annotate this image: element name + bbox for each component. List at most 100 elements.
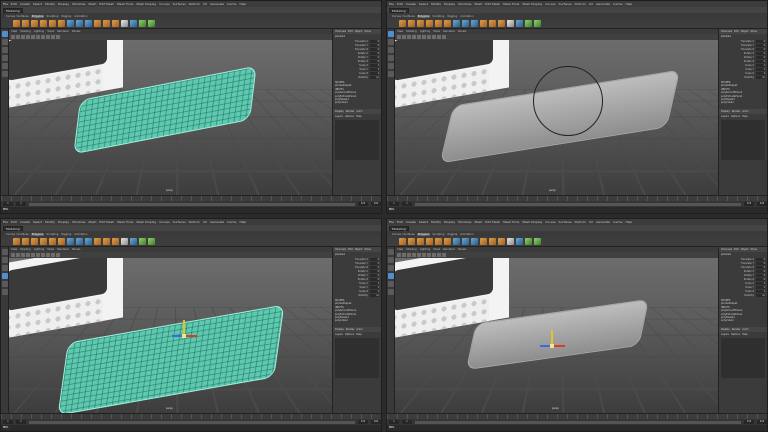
menu-modify[interactable]: Modify [45, 2, 55, 6]
menu-deform[interactable]: Deform [189, 2, 200, 6]
poly-plane-icon[interactable] [444, 238, 451, 245]
bevel-icon[interactable] [498, 20, 505, 27]
menu-surfaces[interactable]: Surfaces [173, 220, 186, 224]
wireframe-icon[interactable] [412, 253, 416, 257]
textured-icon[interactable] [422, 253, 426, 257]
scale-tool-icon[interactable] [2, 71, 8, 77]
channel-row[interactable]: Rotate Z0 [333, 277, 381, 281]
layer-tab-render[interactable]: Render [732, 328, 741, 331]
isolate-icon[interactable] [51, 35, 55, 39]
shaded-icon[interactable] [417, 35, 421, 39]
paint-select-icon[interactable] [2, 47, 8, 53]
menu-generate[interactable]: Generate [210, 220, 224, 224]
layer-tab-anim[interactable]: Anim [742, 110, 748, 113]
channel-row[interactable]: Scale X1 [333, 281, 381, 285]
shelf-tab-polygons[interactable]: Polygons [416, 14, 431, 18]
menu-uv[interactable]: UV [203, 220, 207, 224]
vp-menu-panels[interactable]: Panels [458, 30, 466, 33]
vp-menu-panels[interactable]: Panels [458, 248, 466, 251]
poly-cylinder-icon[interactable] [31, 238, 38, 245]
shelf-tab-polygons[interactable]: Polygons [30, 14, 45, 18]
shelf-tab[interactable]: Sculpting [431, 233, 445, 236]
bridge-icon[interactable] [103, 238, 110, 245]
wireframe-icon[interactable] [412, 35, 416, 39]
shelf-tab[interactable]: Sculpting [45, 233, 59, 236]
menu-windows[interactable]: Windows [72, 220, 85, 224]
smooth-icon[interactable] [471, 20, 478, 27]
range-inner-end-field[interactable]: 120 [358, 420, 368, 424]
lasso-tool-icon[interactable] [388, 257, 394, 263]
channel-row[interactable]: Rotate Y0 [333, 273, 381, 277]
poly-cube-icon[interactable] [408, 238, 415, 245]
menu-mesh[interactable]: Mesh [475, 220, 483, 224]
channel-row[interactable]: Translate X0 [719, 39, 767, 43]
vp-menu-shading[interactable]: Shading [20, 30, 31, 33]
combine-icon[interactable] [453, 238, 460, 245]
uv-editor-icon[interactable] [516, 20, 523, 27]
layer-menu-help[interactable]: Help [742, 333, 747, 336]
move-tool-icon[interactable] [2, 273, 8, 279]
textured-icon[interactable] [36, 253, 40, 257]
layer-menu-options[interactable]: Options [731, 115, 740, 118]
vp-menu-lighting[interactable]: Lighting [34, 30, 44, 33]
multicut-icon[interactable] [121, 238, 128, 245]
menu-surfaces[interactable]: Surfaces [173, 2, 186, 6]
rotate-tool-icon[interactable] [388, 281, 394, 287]
menu-uv[interactable]: UV [203, 2, 207, 6]
move-manipulator[interactable] [172, 320, 197, 350]
layer-tab-display[interactable]: Display [335, 110, 344, 113]
vp-menu-view[interactable]: View [397, 30, 403, 33]
menu-mesh-tools[interactable]: Mesh Tools [503, 2, 519, 6]
camera-icon[interactable] [397, 253, 401, 257]
move-tool-icon[interactable] [388, 55, 394, 61]
range-start-field[interactable]: 1 [389, 202, 399, 206]
menu-curves[interactable]: Curves [159, 2, 169, 6]
channel-row[interactable]: Scale Z1 [719, 71, 767, 75]
channel-row[interactable]: Translate Z0 [719, 47, 767, 51]
extrude-icon[interactable] [480, 20, 487, 27]
vp-menu-shading[interactable]: Shading [20, 248, 31, 251]
mode-select[interactable]: Modeling [3, 7, 23, 13]
lasso-tool-icon[interactable] [2, 39, 8, 45]
menu-modify[interactable]: Modify [431, 220, 441, 224]
range-bar[interactable] [415, 420, 741, 424]
wireframe-icon[interactable] [26, 253, 30, 257]
range-inner-start-field[interactable]: 1 [402, 202, 412, 206]
layer-list[interactable] [721, 119, 765, 160]
bridge-icon[interactable] [489, 20, 496, 27]
bevel-icon[interactable] [498, 238, 505, 245]
menu-mesh-display[interactable]: Mesh Display [136, 220, 156, 224]
channel-row[interactable]: Rotate Z0 [719, 59, 767, 63]
range-inner-end-field[interactable]: 120 [744, 202, 754, 206]
channel-row[interactable]: Scale Y1 [333, 67, 381, 71]
poly-cylinder-icon[interactable] [417, 20, 424, 27]
channel-row[interactable]: Translate Y0 [333, 261, 381, 265]
menu-edit-mesh[interactable]: Edit Mesh [99, 220, 114, 224]
range-inner-start-field[interactable]: 1 [402, 420, 412, 424]
command-line[interactable]: MEL [387, 207, 767, 213]
menu-surfaces[interactable]: Surfaces [559, 2, 572, 6]
channel-row[interactable]: Translate X0 [719, 257, 767, 261]
vp-menu-show[interactable]: Show [433, 248, 440, 251]
menu-display[interactable]: Display [58, 2, 69, 6]
cb-tab-edit[interactable]: Edit [348, 248, 353, 251]
vp-menu-renderer[interactable]: Renderer [57, 30, 69, 33]
poly-cube-icon[interactable] [22, 238, 29, 245]
channel-row[interactable]: Rotate Y0 [719, 273, 767, 277]
layer-tab-anim[interactable]: Anim [742, 328, 748, 331]
auto-map-icon[interactable] [534, 20, 541, 27]
perspective-viewport[interactable]: View Shading Lighting Show Renderer Pane… [9, 29, 332, 195]
shelf-tab-polygons[interactable]: Polygons [416, 232, 431, 236]
layer-menu-layers[interactable]: Layers [721, 115, 729, 118]
lasso-tool-icon[interactable] [2, 257, 8, 263]
poly-cone-icon[interactable] [40, 20, 47, 27]
grid-icon[interactable] [21, 35, 25, 39]
layer-menu-help[interactable]: Help [356, 333, 361, 336]
range-end-field[interactable]: 200 [757, 202, 767, 206]
select-tool-icon[interactable] [388, 31, 394, 37]
menu-edit[interactable]: Edit [397, 2, 403, 6]
layer-menu-layers[interactable]: Layers [335, 333, 343, 336]
select-tool-icon[interactable] [388, 249, 394, 255]
vp-menu-show[interactable]: Show [433, 30, 440, 33]
menu-create[interactable]: Create [406, 220, 416, 224]
